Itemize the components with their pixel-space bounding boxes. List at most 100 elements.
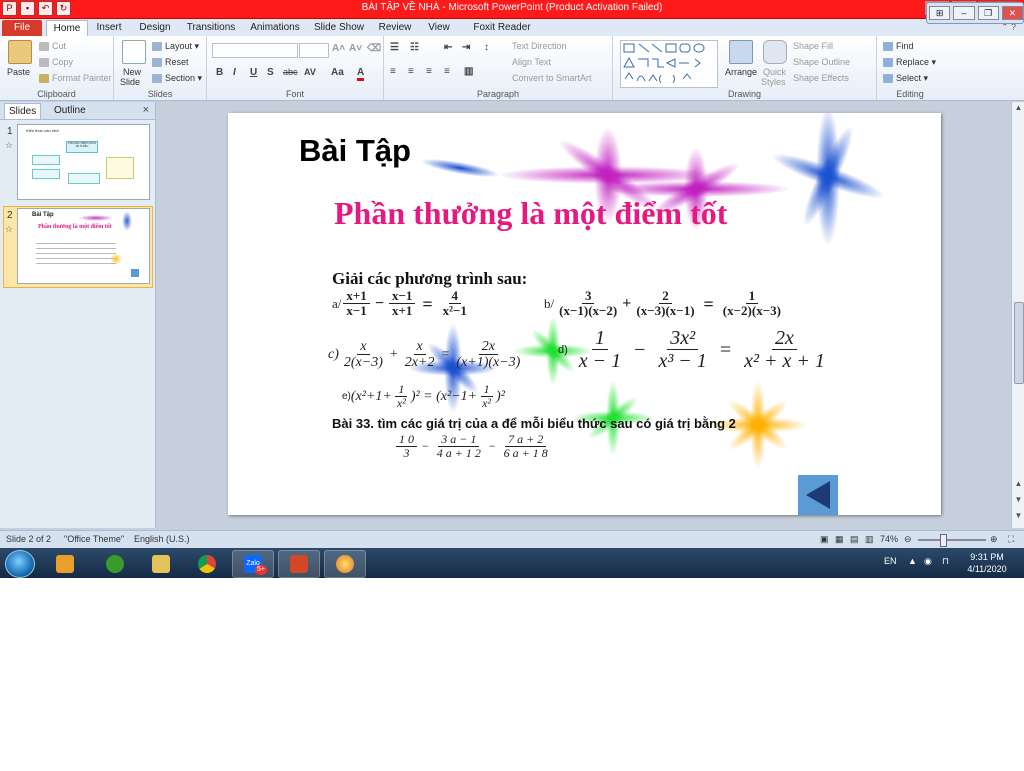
- bold-button[interactable]: B: [216, 67, 223, 78]
- scroll-down-double-icon[interactable]: ▼: [1012, 494, 1024, 506]
- equation-e[interactable]: e) (x²+1+ 1 x² )² = (x²−1+ 1 x² )²: [342, 382, 505, 411]
- slide-subtitle[interactable]: Phần thưởng là một điểm tốt: [334, 195, 727, 232]
- expression-33[interactable]: 1 03 − 3 a − 14 a + 1 2 − 7 a + 26 a + 1…: [394, 432, 553, 461]
- tab-slide-show[interactable]: Slide Show: [312, 20, 366, 36]
- taskbar-paint[interactable]: [324, 550, 366, 578]
- tab-outline[interactable]: Outline: [50, 103, 90, 118]
- taskbar-explorer[interactable]: [140, 550, 182, 578]
- floating-minimize-button[interactable]: –: [953, 6, 975, 20]
- shape-outline-button[interactable]: Shape Outline: [793, 57, 850, 67]
- decrease-indent-icon[interactable]: ⇤: [444, 42, 452, 53]
- zoom-level[interactable]: 74%: [880, 534, 898, 544]
- taskbar-app-green[interactable]: [94, 550, 136, 578]
- align-text-button[interactable]: Align Text: [512, 57, 551, 67]
- underline-button[interactable]: U: [250, 67, 257, 78]
- align-center-icon[interactable]: ≡: [408, 66, 414, 77]
- tab-slides[interactable]: Slides: [4, 103, 42, 119]
- slide-thumbnail-1[interactable]: Kiến thức cần nhớ PHƯƠNG TRÌNH CHỨA ẨN Ở…: [17, 124, 150, 200]
- replace-button[interactable]: Replace ▾: [883, 57, 936, 68]
- font-size-dropdown[interactable]: [299, 43, 329, 58]
- arrange-button[interactable]: Arrange: [725, 67, 757, 77]
- scroll-thumb[interactable]: [1014, 302, 1024, 384]
- bullets-icon[interactable]: ☰: [390, 42, 399, 53]
- equation-b[interactable]: b/ 3 (x−1)(x−2) + 2 (x−3)(x−1) = 1 (x−2)(x−…: [544, 288, 786, 319]
- strikethrough-button[interactable]: S: [267, 67, 274, 78]
- format-painter-button[interactable]: Format Painter: [39, 73, 112, 84]
- tab-animations[interactable]: Animations: [248, 20, 302, 36]
- justify-icon[interactable]: ≡: [444, 66, 450, 77]
- system-clock[interactable]: 9:31 PM 4/11/2020: [962, 551, 1012, 575]
- slide-intro-text[interactable]: Giải các phương trình sau:: [332, 269, 527, 289]
- tray-app-icon[interactable]: ◉: [924, 556, 932, 567]
- equation-d[interactable]: d) 1x − 1 − 3x² x³ − 1 = 2x x² + x + 1: [558, 327, 830, 373]
- align-left-icon[interactable]: ≡: [390, 66, 396, 77]
- convert-smartart-button[interactable]: Convert to SmartArt: [512, 73, 592, 83]
- reset-button[interactable]: Reset: [152, 57, 189, 68]
- taskbar-chrome[interactable]: [186, 550, 228, 578]
- tray-expand-icon[interactable]: ▲: [908, 556, 917, 566]
- back-navigation-button[interactable]: [798, 475, 838, 515]
- font-name-dropdown[interactable]: [212, 43, 298, 58]
- new-slide-button[interactable]: New: [123, 67, 141, 77]
- align-right-icon[interactable]: ≡: [426, 66, 432, 77]
- theme-name[interactable]: "Office Theme": [64, 534, 124, 544]
- tab-insert[interactable]: Insert: [92, 20, 126, 36]
- char-spacing-button[interactable]: AV: [304, 67, 316, 77]
- panel-close-icon[interactable]: ×: [143, 104, 149, 116]
- layout-button[interactable]: Layout ▾: [152, 41, 199, 52]
- grow-font-icon[interactable]: A˄: [332, 43, 345, 54]
- columns-icon[interactable]: ▥: [464, 66, 473, 77]
- tab-foxit-reader-pdf[interactable]: Foxit Reader PDF: [464, 20, 540, 49]
- vertical-scrollbar[interactable]: ▲ ▲ ▼ ▼: [1011, 102, 1024, 528]
- change-case-button[interactable]: Aa: [331, 67, 344, 78]
- quick-styles-button-label-2[interactable]: Styles: [761, 77, 786, 87]
- language-indicator[interactable]: English (U.S.): [134, 534, 190, 544]
- network-icon[interactable]: ⊓: [942, 556, 949, 567]
- text-direction-button[interactable]: Text Direction: [512, 41, 567, 51]
- scroll-down-icon[interactable]: ▼: [1012, 510, 1024, 522]
- increase-indent-icon[interactable]: ⇥: [462, 42, 470, 53]
- cut-button[interactable]: Cut: [39, 41, 66, 52]
- input-language[interactable]: EN: [884, 556, 897, 566]
- floating-close-button[interactable]: ✕: [1001, 6, 1023, 20]
- tab-review[interactable]: Review: [376, 20, 414, 36]
- floating-app-icon[interactable]: ⊞: [929, 6, 951, 20]
- select-button[interactable]: Select ▾: [883, 73, 928, 84]
- tab-view[interactable]: View: [424, 20, 454, 36]
- new-slide-button-label-2[interactable]: Slide: [120, 77, 140, 87]
- exercise-33-text[interactable]: Bài 33. tìm các giá trị của a để mỗi biể…: [332, 416, 736, 431]
- tab-design[interactable]: Design: [136, 20, 174, 36]
- paste-button[interactable]: Paste: [7, 67, 30, 77]
- paste-icon[interactable]: [8, 40, 32, 64]
- slide-canvas[interactable]: Bài Tập Phần thưởng là một điểm tốt Giải…: [228, 113, 941, 515]
- shape-fill-button[interactable]: Shape Fill: [793, 41, 833, 51]
- zoom-slider-knob[interactable]: [940, 534, 947, 547]
- numbering-icon[interactable]: ☷: [410, 42, 419, 53]
- equation-a[interactable]: a/ x+1 x−1 − x−1 x+1 = 4 x²−1: [332, 288, 472, 319]
- shrink-font-icon[interactable]: A˅: [349, 43, 362, 54]
- slide-thumbnail-2[interactable]: Bài Tập Phần thưởng là một điểm tốt: [17, 208, 150, 284]
- quick-styles-button[interactable]: Quick: [763, 67, 786, 77]
- quick-styles-icon[interactable]: [763, 40, 787, 64]
- taskbar-media-player[interactable]: [44, 550, 86, 578]
- shapes-gallery[interactable]: [620, 40, 718, 88]
- scroll-up-double-icon[interactable]: ▲: [1012, 478, 1024, 490]
- zoom-slider[interactable]: [918, 539, 986, 541]
- find-button[interactable]: Find: [883, 41, 914, 52]
- shape-effects-button[interactable]: Shape Effects: [793, 73, 849, 83]
- zoom-in-icon[interactable]: ⊕: [990, 534, 998, 545]
- start-button[interactable]: [5, 550, 35, 578]
- new-slide-icon[interactable]: [122, 40, 146, 64]
- equation-c[interactable]: c) x 2(x−3) + x 2x+2 = 2x (x+1)(x−3): [328, 339, 525, 371]
- zoom-out-icon[interactable]: ⊖: [904, 534, 912, 545]
- taskbar-zalo[interactable]: Zalo 5+: [232, 550, 274, 578]
- line-spacing-icon[interactable]: ↕: [484, 42, 489, 53]
- scroll-up-icon[interactable]: ▲: [1012, 102, 1024, 114]
- tab-home[interactable]: Home: [46, 20, 88, 36]
- view-buttons[interactable]: ▣ ▦ ▤ ▥: [820, 534, 876, 545]
- arrange-icon[interactable]: [729, 40, 753, 64]
- fit-to-window-icon[interactable]: ⛶: [1008, 534, 1014, 545]
- taskbar-powerpoint[interactable]: [278, 550, 320, 578]
- tab-transitions[interactable]: Transitions: [184, 20, 238, 36]
- floating-restore-button[interactable]: ❐: [977, 6, 999, 20]
